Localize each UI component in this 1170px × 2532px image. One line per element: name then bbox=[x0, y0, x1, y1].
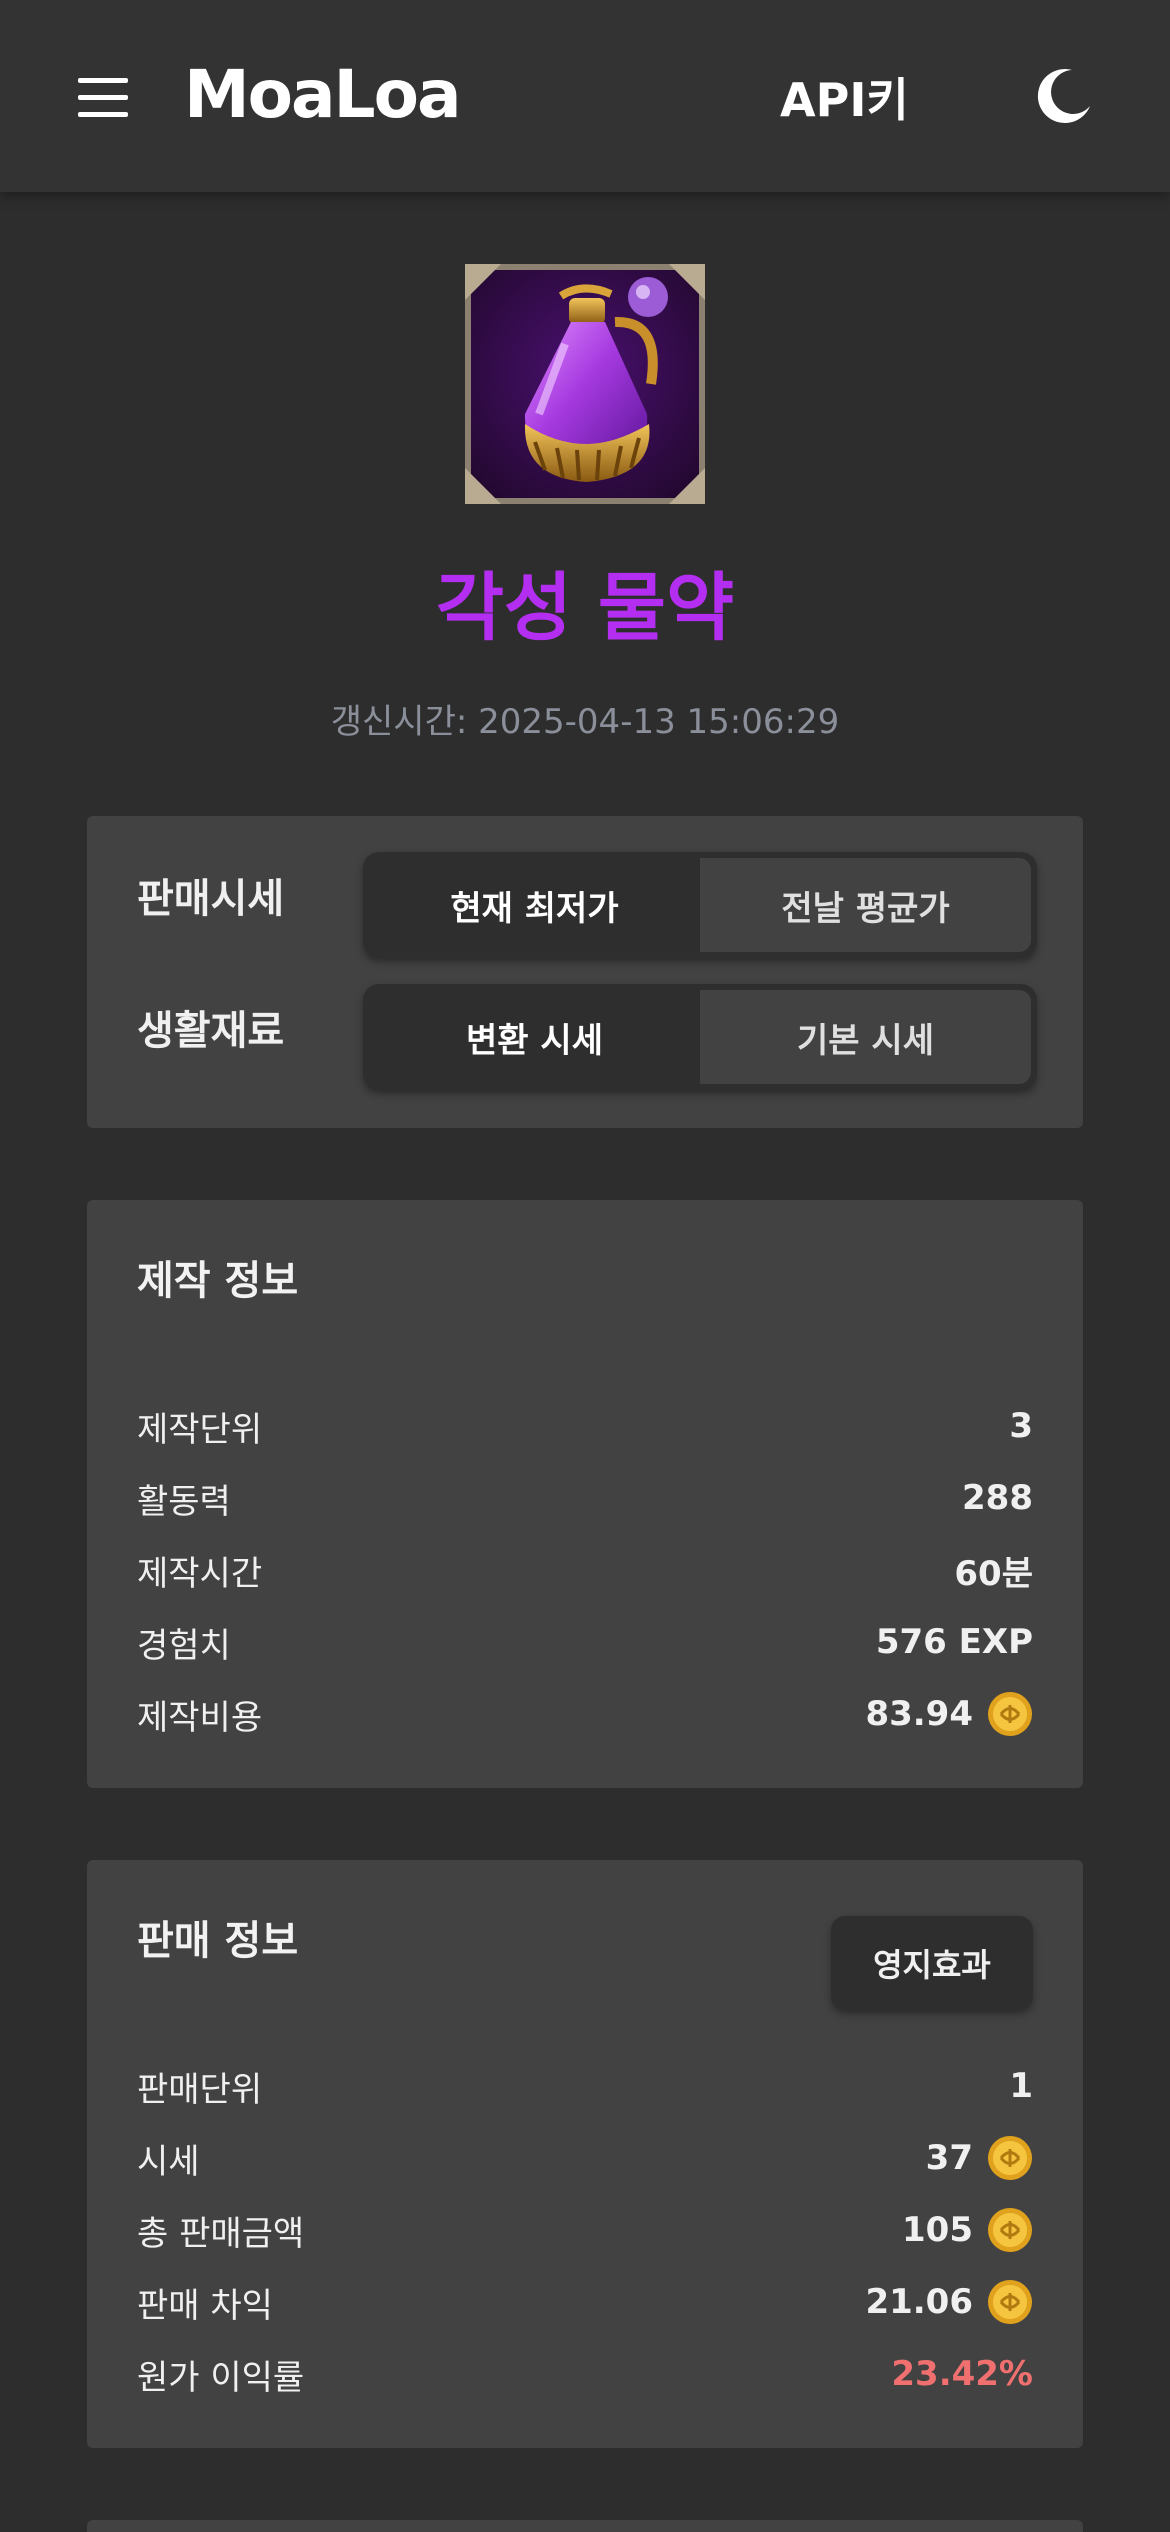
list-item: 제작시간 60분 bbox=[137, 1544, 1033, 1596]
sale-info-card: 판매 정보 영지효과 판매단위 1 시세 37 총 판매금액 105 판매 차익… bbox=[87, 1860, 1083, 2448]
gold-coin-icon bbox=[988, 1692, 1032, 1736]
sale-price-toggle: 현재 최저가 전날 평균가 bbox=[363, 852, 1037, 958]
craft-info-title: 제작 정보 bbox=[137, 1258, 299, 1304]
material-price-toggle: 변환 시세 기본 시세 bbox=[363, 984, 1037, 1090]
list-item: 총 판매금액 105 bbox=[137, 2204, 1033, 2256]
row-label: 판매 차익 bbox=[137, 2285, 273, 2326]
converted-price-button[interactable]: 변환 시세 bbox=[369, 990, 700, 1084]
app-header: MoaLoa API키 bbox=[0, 0, 1170, 192]
row-label: 제작시간 bbox=[137, 1553, 263, 1594]
value-text: 1 bbox=[1009, 2066, 1033, 2106]
list-item: 활동력 288 bbox=[137, 1472, 1033, 1524]
list-item: 판매 차익 21.06 bbox=[137, 2276, 1033, 2328]
row-label: 제작비용 bbox=[137, 1697, 263, 1738]
gold-coin-icon bbox=[988, 2136, 1032, 2180]
row-value: 576 EXP bbox=[876, 1622, 1033, 1662]
sale-info-title: 판매 정보 bbox=[137, 1918, 299, 1964]
list-item: 시세 37 bbox=[137, 2132, 1033, 2184]
item-name: 각성 물약 bbox=[435, 565, 735, 651]
current-lowest-button[interactable]: 현재 최저가 bbox=[369, 858, 700, 952]
row-value: 1 bbox=[1009, 2066, 1033, 2106]
row-label: 판매단위 bbox=[137, 2069, 263, 2110]
row-value: 3 bbox=[1009, 1406, 1033, 1446]
territory-effect-button[interactable]: 영지효과 bbox=[831, 1916, 1033, 2010]
life-material-label: 생활재료 bbox=[137, 1008, 285, 1054]
value-text: 288 bbox=[962, 1478, 1033, 1518]
value-text: 83.94 bbox=[865, 1694, 973, 1734]
row-label: 총 판매금액 bbox=[137, 2213, 305, 2254]
value-text: 3 bbox=[1009, 1406, 1033, 1446]
row-value: 60분 bbox=[954, 1546, 1033, 1595]
gold-coin-icon bbox=[988, 2208, 1032, 2252]
hamburger-menu-icon[interactable] bbox=[78, 78, 128, 118]
row-label: 제작단위 bbox=[137, 1409, 263, 1450]
base-price-button[interactable]: 기본 시세 bbox=[700, 990, 1031, 1084]
sale-price-label: 판매시세 bbox=[137, 876, 285, 922]
craft-info-card: 제작 정보 제작단위 3 활동력 288 제작시간 60분 경험치 576 EX… bbox=[87, 1200, 1083, 1788]
value-text: 105 bbox=[902, 2210, 973, 2250]
price-option-card: 판매시세 현재 최저가 전날 평균가 생활재료 변환 시세 기본 시세 bbox=[87, 816, 1083, 1128]
value-text: 60분 bbox=[954, 1553, 1033, 1594]
row-label: 경험치 bbox=[137, 1625, 231, 1666]
row-value: 83.94 bbox=[865, 1691, 1033, 1737]
value-text: 37 bbox=[925, 2138, 973, 2178]
list-item: 경험치 576 EXP bbox=[137, 1616, 1033, 1668]
row-value: 21.06 bbox=[865, 2279, 1033, 2325]
value-text: 21.06 bbox=[865, 2282, 973, 2322]
list-item: 제작단위 3 bbox=[137, 1400, 1033, 1452]
api-key-link[interactable]: API키 bbox=[780, 64, 909, 130]
value-text: 576 EXP bbox=[875, 1622, 1033, 1662]
list-item: 제작비용 83.94 bbox=[137, 1688, 1033, 1740]
previous-day-average-button[interactable]: 전날 평균가 bbox=[700, 858, 1031, 952]
row-value: 37 bbox=[926, 2135, 1033, 2181]
app-logo[interactable]: MoaLoa bbox=[184, 56, 461, 133]
list-item: 원가 이익률 23.42% bbox=[137, 2348, 1033, 2400]
moon-icon[interactable] bbox=[1034, 66, 1094, 126]
potion-item-icon bbox=[465, 264, 705, 504]
list-item: 판매단위 1 bbox=[137, 2060, 1033, 2112]
row-label: 시세 bbox=[137, 2141, 200, 2182]
row-label: 활동력 bbox=[137, 1481, 231, 1522]
update-time: 갱신시간: 2025-04-13 15:06:29 bbox=[330, 702, 840, 742]
row-label: 원가 이익률 bbox=[137, 2357, 305, 2398]
row-value: 105 bbox=[902, 2207, 1033, 2253]
next-card bbox=[87, 2520, 1083, 2532]
gold-coin-icon bbox=[988, 2280, 1032, 2324]
profit-rate-value: 23.42% bbox=[891, 2354, 1033, 2394]
row-value: 288 bbox=[962, 1478, 1033, 1518]
